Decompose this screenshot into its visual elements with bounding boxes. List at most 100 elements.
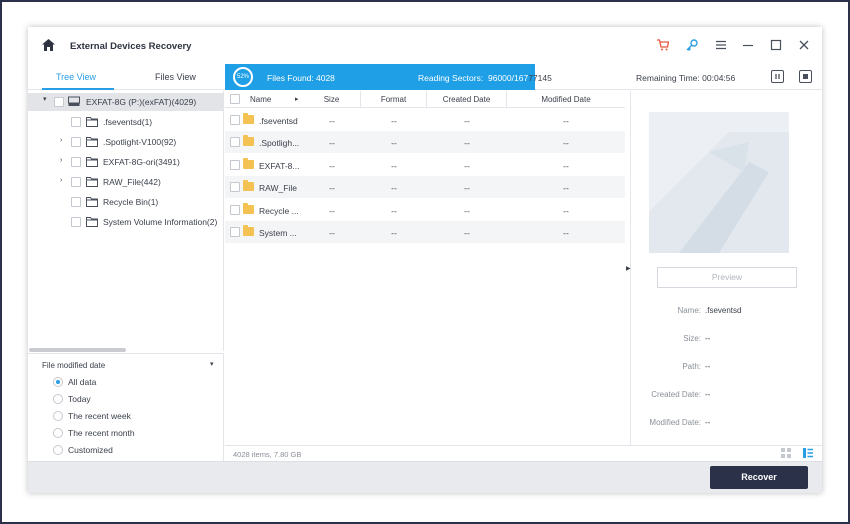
cell-format: -- [391, 116, 397, 126]
radio-button[interactable] [53, 377, 63, 387]
table-row[interactable]: Recycle ... -- -- -- -- [225, 199, 625, 221]
tree-item[interactable]: › EXFAT-8G-ori(3491) [28, 153, 224, 171]
filter-option-label: The recent month [68, 428, 135, 438]
grid-view-icon[interactable] [781, 448, 791, 458]
cell-size: -- [329, 206, 335, 216]
radio-button[interactable] [53, 445, 63, 455]
preview-button[interactable]: Preview [657, 267, 797, 288]
status-footer: 4028 items, 7.80 GB [225, 445, 822, 461]
item-count: 4028 items, 7.80 GB [233, 450, 302, 459]
column-header-modified-date[interactable]: Modified Date [507, 91, 625, 108]
splitter-arrow-icon[interactable]: ▶ [626, 265, 631, 272]
folder-icon [243, 203, 254, 214]
tree-checkbox[interactable] [71, 137, 81, 147]
column-header-created-date[interactable]: Created Date [427, 91, 507, 108]
tree-checkbox[interactable] [54, 97, 64, 107]
table-row[interactable]: EXFAT-8... -- -- -- -- [225, 154, 625, 176]
cell-size: -- [329, 228, 335, 238]
meta-modified-value: -- [705, 418, 711, 427]
expand-icon[interactable]: › [60, 137, 66, 144]
minimize-icon[interactable] [742, 39, 754, 51]
tree-item[interactable]: › RAW_File(442) [28, 173, 224, 191]
tree-item[interactable]: System Volume Information(2) [28, 213, 224, 231]
cell-created: -- [464, 206, 470, 216]
tree-horizontal-scrollbar[interactable] [29, 348, 126, 352]
cell-name: EXFAT-8... [259, 161, 300, 171]
meta-name-label: Name: [677, 306, 701, 315]
sort-icon[interactable]: ▸ [295, 91, 299, 108]
tree-item[interactable]: Recycle Bin(1) [28, 193, 224, 211]
tree-checkbox[interactable] [71, 177, 81, 187]
folder-outline-icon [86, 137, 98, 147]
image-placeholder-icon [649, 132, 789, 253]
cell-name: Recycle ... [259, 206, 299, 216]
row-checkbox[interactable] [230, 115, 240, 125]
tree-item[interactable]: .fseventsd(1) [28, 113, 224, 131]
tree-checkbox[interactable] [71, 217, 81, 227]
row-checkbox[interactable] [230, 182, 240, 192]
column-header-format[interactable]: Format [361, 91, 427, 108]
tree-root[interactable]: ▾ EXFAT-8G (P:)(exFAT)(4029) [28, 93, 224, 111]
folder-outline-icon [86, 117, 98, 127]
collapse-icon[interactable]: ▾ [43, 96, 49, 103]
table-row[interactable]: .fseventsd -- -- -- -- [225, 109, 625, 131]
expand-icon[interactable]: › [60, 157, 66, 164]
cell-modified: -- [563, 116, 569, 126]
tab-files-view[interactable]: Files View [155, 72, 196, 82]
select-all-checkbox[interactable] [230, 94, 240, 104]
row-checkbox[interactable] [230, 227, 240, 237]
table-row[interactable]: .Spotligh... -- -- -- -- [225, 131, 625, 153]
cell-modified: -- [563, 161, 569, 171]
date-filter-panel: File modified date ▾ All data Today The … [28, 353, 224, 461]
bottom-bar: Recover [28, 461, 822, 493]
recover-button[interactable]: Recover [710, 466, 808, 489]
meta-size-value: -- [705, 334, 711, 343]
row-checkbox[interactable] [230, 205, 240, 215]
table-row[interactable]: RAW_File -- -- -- -- [225, 176, 625, 198]
table-row[interactable]: System ... -- -- -- -- [225, 221, 625, 243]
meta-path-value: -- [705, 362, 711, 371]
menu-icon[interactable] [715, 39, 727, 51]
filter-option-label: The recent week [68, 411, 131, 421]
tree-item[interactable]: › .Spotlight-V100(92) [28, 133, 224, 151]
row-checkbox[interactable] [230, 137, 240, 147]
close-icon[interactable] [798, 39, 810, 51]
cell-created: -- [464, 138, 470, 148]
radio-button[interactable] [53, 411, 63, 421]
pause-button[interactable] [771, 70, 784, 83]
tree-checkbox[interactable] [71, 157, 81, 167]
key-icon[interactable] [686, 39, 698, 51]
cell-size: -- [329, 183, 335, 193]
cell-modified: -- [563, 206, 569, 216]
row-checkbox[interactable] [230, 160, 240, 170]
cart-icon[interactable] [657, 39, 669, 51]
tree-item-label: System Volume Information(2) [103, 217, 218, 227]
column-header-name[interactable]: Name ▸ [225, 91, 303, 108]
tab-tree-view[interactable]: Tree View [56, 72, 96, 82]
folder-icon [243, 113, 254, 124]
tree-checkbox[interactable] [71, 197, 81, 207]
home-icon[interactable] [42, 39, 55, 51]
cell-modified: -- [563, 138, 569, 148]
cell-size: -- [329, 116, 335, 126]
cell-created: -- [464, 161, 470, 171]
tree-checkbox[interactable] [71, 117, 81, 127]
maximize-icon[interactable] [770, 39, 782, 51]
tree-item-label: RAW_File(442) [103, 177, 161, 187]
chevron-down-icon[interactable]: ▾ [210, 360, 214, 368]
cell-size: -- [329, 138, 335, 148]
cell-format: -- [391, 138, 397, 148]
radio-button[interactable] [53, 428, 63, 438]
list-view-icon[interactable] [803, 448, 813, 458]
radio-button[interactable] [53, 394, 63, 404]
tree-item-label: .fseventsd(1) [103, 117, 153, 127]
drive-icon [68, 96, 80, 106]
cell-name: .Spotligh... [259, 138, 300, 148]
filter-option-label: Today [68, 394, 91, 404]
cell-name: System ... [259, 228, 297, 238]
meta-created-label: Created Date: [651, 390, 701, 399]
folder-outline-icon [86, 177, 98, 187]
expand-icon[interactable]: › [60, 177, 66, 184]
column-header-size[interactable]: Size [303, 91, 361, 108]
stop-button[interactable] [799, 70, 812, 83]
